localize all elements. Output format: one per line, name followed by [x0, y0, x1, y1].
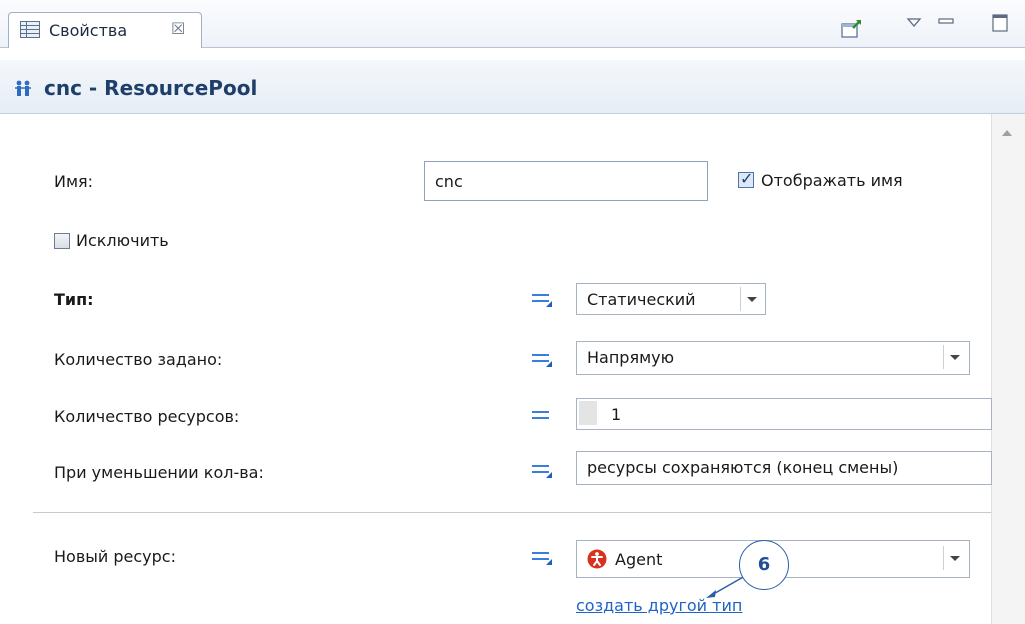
- type-select[interactable]: Статический: [576, 283, 766, 315]
- pin-to-editor-icon[interactable]: [840, 18, 862, 40]
- resource-count-value: 1: [611, 405, 622, 424]
- callout-badge: 6: [739, 540, 789, 590]
- type-label: Тип:: [54, 290, 94, 309]
- name-label: Имя:: [54, 172, 94, 191]
- chevron-down-icon[interactable]: [943, 546, 965, 570]
- resource-count-field[interactable]: 1: [576, 398, 992, 430]
- type-select-value: Статический: [587, 290, 696, 309]
- properties-header: cnc - ResourcePool: [0, 60, 1025, 114]
- static-value-toggle-icon[interactable]: [532, 351, 552, 367]
- chevron-down-icon[interactable]: [740, 287, 762, 311]
- resource-count-label: Количество ресурсов:: [54, 407, 240, 426]
- quantity-defined-value: Напрямую: [587, 348, 675, 367]
- static-value-icon[interactable]: [532, 408, 552, 424]
- on-decrease-value: ресурсы сохраняются (конец смены): [587, 458, 899, 477]
- scroll-up-arrow-icon[interactable]: [1002, 130, 1012, 136]
- field-gutter: [579, 401, 597, 425]
- new-resource-value: Agent: [615, 550, 663, 569]
- view-tab-bar: Свойства ☒: [0, 0, 1025, 48]
- on-decrease-select[interactable]: ресурсы сохраняются (конец смены): [576, 451, 992, 485]
- section-divider: [33, 512, 991, 513]
- exclude-label: Исключить: [76, 231, 169, 250]
- static-value-toggle-icon[interactable]: [532, 462, 552, 478]
- page-title: cnc - ResourcePool: [44, 76, 258, 100]
- vertical-scrollbar[interactable]: [991, 114, 1025, 624]
- properties-view-icon: [20, 21, 40, 38]
- quantity-defined-select[interactable]: Напрямую: [576, 341, 970, 375]
- close-tab-icon[interactable]: ☒: [171, 19, 185, 38]
- quantity-defined-label: Количество задано:: [54, 350, 223, 369]
- show-name-label: Отображать имя: [761, 171, 903, 190]
- static-value-toggle-icon[interactable]: [532, 549, 552, 565]
- exclude-checkbox[interactable]: [54, 233, 70, 249]
- show-name-checkbox[interactable]: ✓: [738, 169, 754, 188]
- resource-pool-icon: [15, 80, 31, 96]
- on-decrease-label: При уменьшении кол-ва:: [54, 463, 264, 482]
- agent-icon: [587, 549, 607, 569]
- tab-properties-label: Свойства: [49, 21, 128, 40]
- chevron-down-icon[interactable]: [943, 345, 965, 369]
- maximize-icon[interactable]: [990, 12, 1012, 34]
- minimize-icon[interactable]: [936, 12, 958, 34]
- name-field[interactable]: [424, 161, 708, 201]
- tab-properties[interactable]: Свойства ☒: [8, 12, 202, 48]
- checkmark-icon: ✓: [740, 169, 754, 188]
- new-resource-label: Новый ресурс:: [54, 547, 176, 566]
- view-menu-icon[interactable]: [904, 12, 926, 34]
- static-value-toggle-icon[interactable]: [532, 291, 552, 307]
